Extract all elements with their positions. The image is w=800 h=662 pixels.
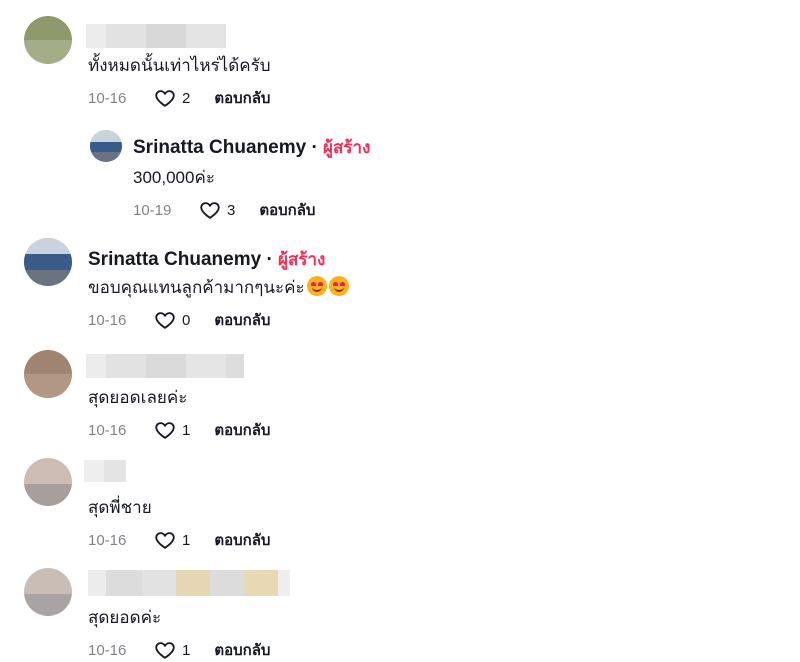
heart-icon xyxy=(155,422,175,439)
comment-date: 10-16 xyxy=(88,311,127,329)
heart-icon xyxy=(200,202,220,219)
heart-icon xyxy=(155,312,175,329)
like-count: 2 xyxy=(182,89,191,107)
avatar[interactable] xyxy=(24,16,72,64)
like-button[interactable]: 1 xyxy=(154,529,190,551)
comment-item: สุดยอดค่ะ 10-16 1 ตอบกลับ xyxy=(0,560,800,662)
like-count: 3 xyxy=(227,201,236,219)
reply-button[interactable]: ตอบกลับ xyxy=(259,198,315,222)
comment-text: 300,000ค่ะ xyxy=(133,168,215,187)
creator-badge: ผู้สร้าง xyxy=(278,250,326,269)
comment-text: สุดยอดค่ะ xyxy=(88,608,162,627)
comment-text: สุดยอดเลยค่ะ xyxy=(88,388,188,407)
username-blurred[interactable] xyxy=(88,570,290,596)
avatar[interactable] xyxy=(24,568,72,616)
comment-item: ทั้งหมดนั้นเท่าไหร่ได้ครับ 10-16 2 ตอบกล… xyxy=(0,0,800,120)
comment-meta: 10-19 3 ตอบกลับ xyxy=(133,198,315,222)
author-name[interactable]: Srinatta Chuanemy xyxy=(133,137,306,158)
avatar[interactable] xyxy=(24,350,72,398)
like-button[interactable]: 1 xyxy=(154,639,190,661)
comment-item: สุดพี่ชาย 10-16 1 ตอบกลับ xyxy=(0,450,800,560)
reply-button[interactable]: ตอบกลับ xyxy=(214,528,270,552)
creator-name-line: Srinatta Chuanemy · ผู้สร้าง xyxy=(133,134,370,161)
like-count: 1 xyxy=(182,531,191,549)
username-blurred[interactable] xyxy=(86,354,244,378)
reply-item: Srinatta Chuanemy · ผู้สร้าง 300,000ค่ะ … xyxy=(0,120,800,230)
comment-meta: 10-16 1 ตอบกลับ xyxy=(88,528,270,552)
comment-date: 10-16 xyxy=(88,531,127,549)
reply-button[interactable]: ตอบกลับ xyxy=(214,308,270,332)
comment-date: 10-16 xyxy=(88,421,127,439)
creator-avatar[interactable] xyxy=(90,130,122,162)
comment-text: สุดพี่ชาย xyxy=(88,498,152,517)
comment-meta: 10-16 2 ตอบกลับ xyxy=(88,86,270,110)
separator-dot: · xyxy=(311,137,318,158)
username-blurred[interactable] xyxy=(86,24,226,48)
heart-eyes-emoji-icon xyxy=(306,276,327,296)
comment-meta: 10-16 1 ตอบกลับ xyxy=(88,638,270,662)
heart-icon xyxy=(155,90,175,107)
comment-meta: 10-16 0 ตอบกลับ xyxy=(88,308,270,332)
like-count: 0 xyxy=(182,311,191,329)
comment-item: สุดยอดเลยค่ะ 10-16 1 ตอบกลับ xyxy=(0,340,800,450)
comment-date: 10-16 xyxy=(88,89,127,107)
reply-button[interactable]: ตอบกลับ xyxy=(214,638,270,662)
comment-text: ทั้งหมดนั้นเท่าไหร่ได้ครับ xyxy=(88,56,271,75)
comment-text: ขอบคุณแทนลูกค้ามากๆนะค่ะ xyxy=(88,278,305,297)
username-blurred[interactable] xyxy=(84,460,126,482)
heart-icon xyxy=(155,532,175,549)
comment-date: 10-16 xyxy=(88,641,127,659)
like-button[interactable]: 0 xyxy=(154,309,190,331)
reply-button[interactable]: ตอบกลับ xyxy=(214,86,270,110)
reply-button[interactable]: ตอบกลับ xyxy=(214,418,270,442)
creator-name-line: Srinatta Chuanemy · ผู้สร้าง xyxy=(88,246,325,273)
like-count: 1 xyxy=(182,421,191,439)
like-button[interactable]: 3 xyxy=(199,199,235,221)
like-count: 1 xyxy=(182,641,191,659)
like-button[interactable]: 2 xyxy=(154,87,190,109)
comment-item: Srinatta Chuanemy · ผู้สร้าง ขอบคุณแทนลู… xyxy=(0,230,800,340)
author-name[interactable]: Srinatta Chuanemy xyxy=(88,249,261,270)
creator-badge: ผู้สร้าง xyxy=(323,138,371,157)
comment-date: 10-19 xyxy=(133,201,172,219)
comment-meta: 10-16 1 ตอบกลับ xyxy=(88,418,270,442)
heart-eyes-emoji-icon xyxy=(328,276,349,296)
comment-text-line: ขอบคุณแทนลูกค้ามากๆนะค่ะ xyxy=(88,274,349,301)
heart-icon xyxy=(155,642,175,659)
avatar[interactable] xyxy=(24,458,72,506)
creator-avatar[interactable] xyxy=(24,238,72,286)
like-button[interactable]: 1 xyxy=(154,419,190,441)
separator-dot: · xyxy=(266,249,273,270)
